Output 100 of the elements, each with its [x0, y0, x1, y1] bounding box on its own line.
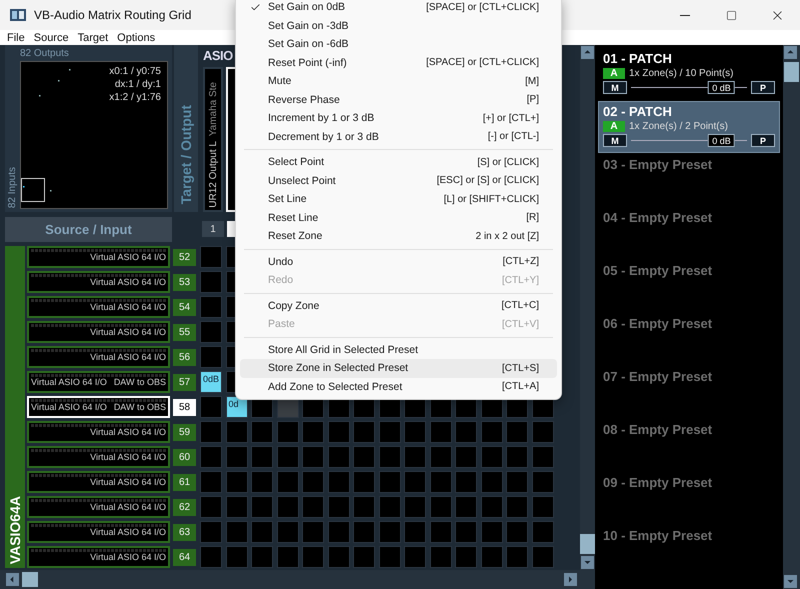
- grid-cell[interactable]: [302, 496, 324, 518]
- grid-cell[interactable]: [302, 446, 324, 468]
- grid-cell[interactable]: [404, 421, 426, 443]
- grid-cell[interactable]: [353, 471, 375, 493]
- grid-cell[interactable]: [353, 496, 375, 518]
- grid-cell[interactable]: [251, 521, 273, 543]
- grid-cell[interactable]: [404, 521, 426, 543]
- input-channel[interactable]: Virtual ASIO 64 I/O: [27, 321, 170, 343]
- grid-cell[interactable]: [251, 546, 273, 568]
- grid-cell[interactable]: [328, 421, 350, 443]
- grid-cell[interactable]: [226, 496, 248, 518]
- grid-cell[interactable]: [378, 521, 400, 543]
- grid-cell[interactable]: [200, 521, 222, 543]
- context-menu-item[interactable]: Reset Zone 2 in x 2 out [Z]: [240, 227, 557, 246]
- grid-cell[interactable]: [455, 446, 477, 468]
- context-menu-item[interactable]: Reverse Phase [P]: [240, 90, 557, 109]
- grid-cell[interactable]: [200, 246, 222, 268]
- grid-cell[interactable]: [200, 346, 222, 368]
- preset-item[interactable]: 06 - Empty Preset: [598, 313, 780, 365]
- grid-cell[interactable]: [532, 471, 554, 493]
- context-menu-item[interactable]: Increment by 1 or 3 dB [+] or [CTL+]: [240, 109, 557, 128]
- preset-item[interactable]: 09 - Empty Preset: [598, 472, 780, 524]
- grid-cell[interactable]: [353, 546, 375, 568]
- output-channel-strip[interactable]: UR12 Output L Yamaha Ste: [203, 67, 223, 212]
- grid-cell[interactable]: [226, 421, 248, 443]
- grid-cell[interactable]: [276, 471, 298, 493]
- grid-cell[interactable]: [532, 546, 554, 568]
- scroll-arrow-button[interactable]: [784, 46, 797, 59]
- grid-cell[interactable]: [480, 496, 502, 518]
- preset-item[interactable]: 07 - Empty Preset: [598, 366, 780, 418]
- grid-cell[interactable]: [532, 446, 554, 468]
- gain-fader[interactable]: 0 dB: [631, 81, 747, 94]
- grid-cell[interactable]: [251, 421, 273, 443]
- gain-fader-knob[interactable]: 0 dB: [708, 81, 735, 94]
- preset-item[interactable]: 08 - Empty Preset: [598, 419, 780, 471]
- context-menu-item[interactable]: Copy Zone [CTL+C]: [240, 296, 557, 315]
- preset-item[interactable]: 01 - PATCH A 1x Zone(s) / 10 Point(s) M 0 dB P: [598, 48, 780, 100]
- scroll-arrow-button[interactable]: [581, 46, 594, 59]
- preset-item[interactable]: 04 - Empty Preset: [598, 207, 780, 259]
- grid-cell[interactable]: [200, 321, 222, 343]
- grid-cell[interactable]: [200, 271, 222, 293]
- context-menu-item[interactable]: Store All Grid in Selected Preset: [240, 340, 557, 359]
- grid-cell[interactable]: [506, 471, 528, 493]
- context-menu-item[interactable]: Reset Point (-inf) [SPACE] or [CTL+CLICK]: [240, 54, 557, 72]
- grid-cell[interactable]: [455, 496, 477, 518]
- context-menu-item[interactable]: Mute [M]: [240, 72, 557, 90]
- grid-cell[interactable]: [455, 421, 477, 443]
- vertical-scrollbar[interactable]: [783, 45, 800, 589]
- scroll-thumb[interactable]: [580, 534, 595, 554]
- phase-button[interactable]: P: [751, 81, 775, 94]
- overview-map[interactable]: x0:1 / y0:75 dx:1 / dy:1 x1:2 / y1:76: [20, 61, 168, 209]
- grid-cell[interactable]: [302, 521, 324, 543]
- menu-item[interactable]: File: [7, 32, 25, 44]
- grid-cell[interactable]: [506, 446, 528, 468]
- gain-fader-knob[interactable]: 0 dB: [708, 134, 735, 147]
- preset-item[interactable]: 10 - Empty Preset: [598, 525, 780, 577]
- grid-cell[interactable]: [430, 471, 452, 493]
- grid-cell[interactable]: [302, 546, 324, 568]
- grid-cell[interactable]: [378, 471, 400, 493]
- scroll-arrow-button[interactable]: [6, 573, 19, 586]
- grid-cell[interactable]: [455, 471, 477, 493]
- menu-item[interactable]: Source: [34, 32, 69, 44]
- preset-item[interactable]: 02 - PATCH A 1x Zone(s) / 2 Point(s) M 0 dB P: [598, 101, 780, 153]
- grid-cell[interactable]: [480, 446, 502, 468]
- grid-cell[interactable]: [200, 496, 222, 518]
- input-channel[interactable]: Virtual ASIO 64 I/O DAW to OBS: [27, 396, 170, 418]
- grid-cell[interactable]: [251, 446, 273, 468]
- grid-cell[interactable]: [455, 521, 477, 543]
- grid-cell[interactable]: [480, 546, 502, 568]
- input-channel[interactable]: Virtual ASIO 64 I/O: [27, 346, 170, 368]
- grid-cell[interactable]: [480, 421, 502, 443]
- grid-cell[interactable]: [276, 521, 298, 543]
- input-channel[interactable]: Virtual ASIO 64 I/O: [27, 296, 170, 318]
- grid-cell[interactable]: [506, 521, 528, 543]
- grid-cell[interactable]: [506, 496, 528, 518]
- grid-cell[interactable]: [200, 546, 222, 568]
- mute-button[interactable]: M: [603, 81, 627, 94]
- grid-cell[interactable]: [430, 421, 452, 443]
- grid-cell[interactable]: [506, 546, 528, 568]
- scroll-thumb[interactable]: [784, 62, 799, 82]
- grid-cell[interactable]: [430, 546, 452, 568]
- grid-cell[interactable]: [430, 496, 452, 518]
- grid-cell[interactable]: [532, 421, 554, 443]
- grid-cell[interactable]: [226, 471, 248, 493]
- grid-cell[interactable]: [302, 471, 324, 493]
- input-channel[interactable]: Virtual ASIO 64 I/O: [27, 496, 170, 518]
- grid-cell[interactable]: [200, 421, 222, 443]
- input-channel[interactable]: Virtual ASIO 64 I/O: [27, 246, 170, 268]
- context-menu-item[interactable]: Unselect Point [ESC] or [S] or [CLICK]: [240, 172, 557, 190]
- grid-cell[interactable]: [378, 496, 400, 518]
- gain-fader[interactable]: 0 dB: [631, 134, 747, 147]
- menu-item[interactable]: Options: [117, 32, 156, 44]
- grid-cell[interactable]: [404, 546, 426, 568]
- grid-cell[interactable]: [430, 521, 452, 543]
- grid-cell[interactable]: [251, 471, 273, 493]
- grid-cell[interactable]: [378, 546, 400, 568]
- context-menu-item[interactable]: Undo [CTL+Z]: [240, 252, 557, 271]
- context-menu-item[interactable]: Reset Line [R]: [240, 208, 557, 227]
- grid-cell[interactable]: [328, 446, 350, 468]
- context-menu-item[interactable]: Select Point [S] or [CLICK]: [240, 153, 557, 172]
